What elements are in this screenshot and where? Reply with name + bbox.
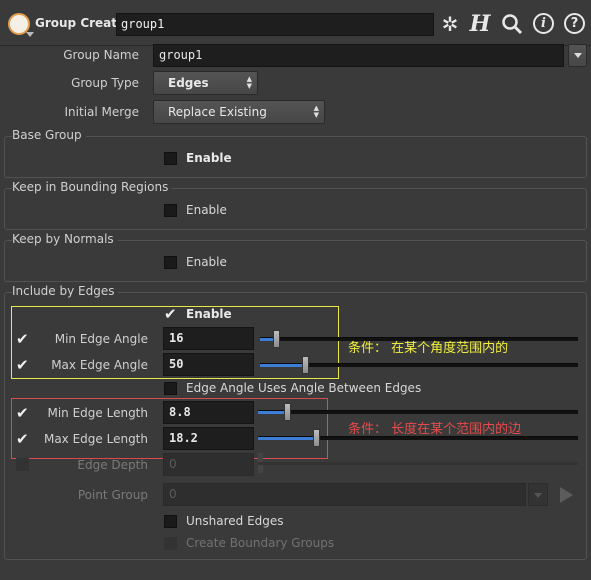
initial-merge-label: Initial Merge [64,105,139,119]
group-type-dropdown[interactable]: Edges ▲ ▼ [153,71,258,95]
updown-arrows-icon: ▲ ▼ [246,75,252,90]
boundary-groups-label: Create Boundary Groups [186,536,335,550]
group-name-label: Group Name [63,48,139,62]
edge-depth-toggle[interactable] [16,458,29,471]
group-name-input[interactable]: group1 [153,44,564,67]
bounding-regions-title: Keep in Bounding Regions [12,180,173,194]
base-group-enable-label: Enable [186,151,232,165]
base-group-section [4,136,587,178]
select-arrow-icon[interactable] [560,487,573,503]
group-name-menu-button[interactable] [568,44,587,67]
edge-depth-slider[interactable] [258,462,578,465]
initial-merge-value: Replace Existing [168,105,267,119]
unshared-edges-label: Unshared Edges [186,514,284,528]
min-edge-length-slider-handle[interactable] [283,403,291,421]
updown-arrows-icon: ▲ ▼ [313,104,319,119]
info-icon[interactable]: i [533,13,554,34]
min-edge-length-label: Min Edge Length [47,406,148,420]
max-edge-length-slider-handle[interactable] [312,429,320,447]
angle-annotation: 条件： 在某个角度范围内的 [348,341,509,356]
max-edge-angle-input[interactable]: 50 [163,353,254,376]
group-type-label: Group Type [71,76,139,90]
min-edge-length-slider[interactable] [258,410,578,414]
point-group-input[interactable]: 0 [163,483,526,506]
node-name-input[interactable]: group1 [116,13,434,36]
max-edge-angle-toggle[interactable]: ✔ [16,356,29,374]
point-group-menu-button[interactable] [528,483,548,506]
node-type-label: Group Create [35,16,126,30]
include-by-edges-title: Include by Edges [12,284,119,298]
bounding-regions-section [4,188,587,230]
base-group-enable-checkbox[interactable] [164,152,177,165]
edge-depth-label: Edge Depth [77,458,148,472]
min-edge-length-toggle[interactable]: ✔ [16,404,29,422]
min-edge-angle-input[interactable]: 16 [163,327,254,350]
max-edge-angle-label: Max Edge Angle [51,358,148,372]
base-group-title: Base Group [12,128,86,142]
gear-icon[interactable]: ✲ [438,12,462,36]
group-type-value: Edges [168,76,209,90]
max-edge-length-toggle[interactable]: ✔ [16,430,29,448]
max-edge-angle-slider-handle[interactable] [301,356,309,374]
bounding-enable-checkbox[interactable] [164,204,177,217]
help-icon[interactable]: ? [564,13,585,34]
houdini-help-icon[interactable]: H [468,12,492,36]
normals-section [4,240,587,282]
min-edge-angle-toggle[interactable]: ✔ [16,330,29,348]
min-edge-angle-slider-handle[interactable] [272,330,280,348]
edge-depth-input[interactable]: 0 [163,453,254,476]
max-edge-length-label: Max Edge Length [43,432,148,446]
normals-title: Keep by Normals [12,232,118,246]
initial-merge-dropdown[interactable]: Replace Existing ▲ ▼ [153,100,325,124]
unshared-edges-checkbox[interactable] [164,515,177,528]
boundary-groups-checkbox[interactable] [164,537,177,550]
max-edge-length-input[interactable]: 18.2 [163,427,254,450]
angle-between-label: Edge Angle Uses Angle Between Edges [186,381,422,395]
search-icon[interactable] [500,12,524,36]
angle-between-checkbox[interactable] [164,382,177,395]
point-group-label: Point Group [77,488,148,502]
min-edge-length-input[interactable]: 8.8 [163,401,254,424]
length-annotation: 条件： 长度在某个范围内的边 [348,422,522,437]
bounding-enable-label: Enable [186,203,227,217]
min-edge-angle-label: Min Edge Angle [54,332,148,346]
normals-enable-label: Enable [186,255,227,269]
node-menu-arrow-icon[interactable] [26,32,34,37]
normals-enable-checkbox[interactable] [164,256,177,269]
